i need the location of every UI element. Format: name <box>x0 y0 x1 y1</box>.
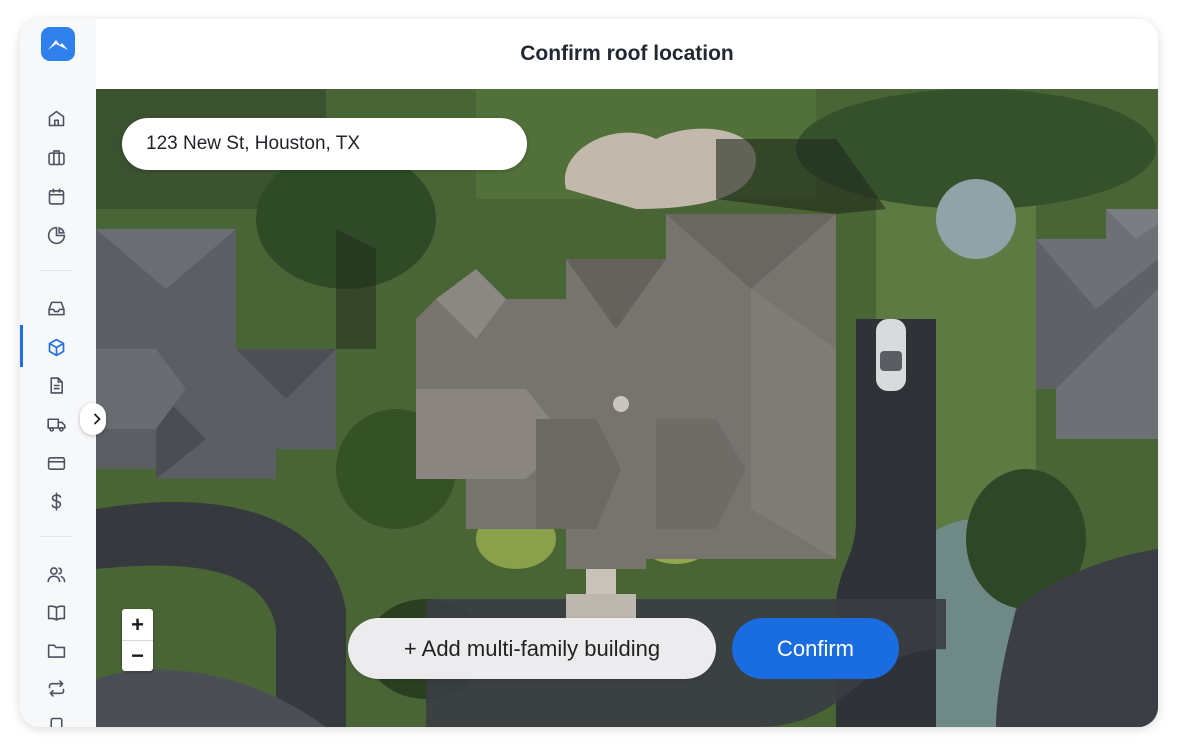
cube-icon[interactable] <box>44 335 68 359</box>
satellite-map[interactable]: 123 New St, Houston, TX + − + Add multi-… <box>96 89 1158 727</box>
users-icon[interactable] <box>44 562 68 586</box>
sidebar-collapse-toggle[interactable] <box>80 403 106 435</box>
sidebar <box>20 19 97 727</box>
pie-chart-icon[interactable] <box>44 223 68 247</box>
briefcase-icon[interactable] <box>44 145 68 169</box>
page-title: Confirm roof location <box>520 42 734 65</box>
chevron-right-icon <box>94 413 101 425</box>
inbox-icon[interactable] <box>44 296 68 320</box>
document-icon[interactable] <box>44 373 68 397</box>
clipboard-icon[interactable] <box>44 713 68 727</box>
book-icon[interactable] <box>44 600 68 624</box>
active-indicator <box>20 325 23 367</box>
calendar-icon[interactable] <box>44 184 68 208</box>
dollar-icon[interactable] <box>44 489 68 513</box>
app-window: Confirm roof location 123 New St, Housto… <box>20 19 1158 727</box>
roof-logo-icon <box>48 40 68 50</box>
zoom-in-button[interactable]: + <box>122 609 153 640</box>
folder-icon[interactable] <box>44 638 68 662</box>
zoom-out-button[interactable]: − <box>122 640 153 671</box>
credit-card-icon[interactable] <box>44 451 68 475</box>
confirm-button[interactable]: Confirm <box>732 618 899 679</box>
zoom-control: + − <box>122 609 153 671</box>
address-search-input[interactable]: 123 New St, Houston, TX <box>122 118 527 170</box>
home-icon[interactable] <box>44 106 68 130</box>
app-logo[interactable] <box>41 27 75 61</box>
repeat-icon[interactable] <box>44 676 68 700</box>
add-multi-family-building-button[interactable]: + Add multi-family building <box>348 618 716 679</box>
truck-icon[interactable] <box>44 412 68 436</box>
sidebar-divider <box>40 536 72 537</box>
sidebar-divider <box>40 270 72 271</box>
page-header: Confirm roof location <box>96 19 1158 90</box>
